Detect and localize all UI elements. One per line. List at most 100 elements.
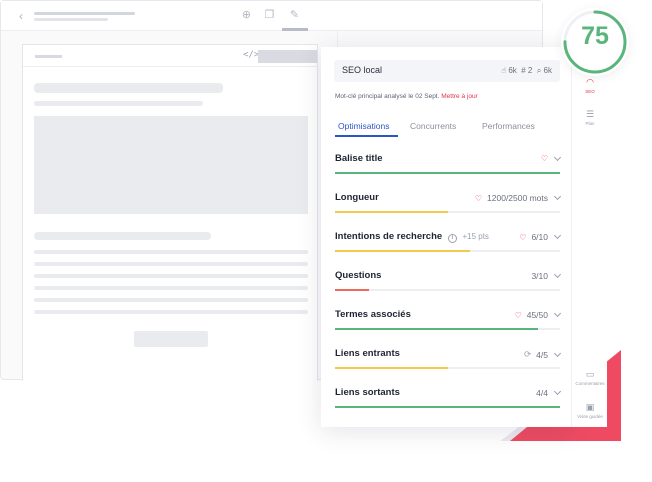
progress-track	[335, 367, 560, 369]
trophy-icon: ♡	[540, 154, 548, 163]
skeleton-button	[134, 331, 208, 347]
criterion-row-longueur[interactable]: Longueur ♡ 1200/2500 mots	[335, 192, 562, 213]
progress-fill	[335, 250, 470, 252]
active-tab-underline	[335, 135, 398, 137]
criterion-row-liens-sortants[interactable]: Liens sortants 4/4	[335, 387, 562, 408]
skeleton-image	[34, 116, 308, 214]
criterion-label-group: Intentions de recherche i +15 pts	[335, 231, 489, 243]
criterion-value: 6/10	[531, 232, 548, 242]
score-value: 75	[581, 22, 609, 50]
skeleton-line	[34, 298, 308, 302]
keyword-stats: ☝ 6k # 2 ⌕ 6k	[501, 66, 552, 76]
chevron-down-icon[interactable]	[553, 270, 562, 279]
progress-track	[335, 289, 560, 291]
progress-fill	[335, 211, 448, 213]
chevron-down-icon[interactable]	[553, 192, 562, 201]
criterion-label: Intentions de recherche	[335, 231, 443, 242]
keyword-text: SEO local	[342, 65, 383, 75]
guide-icon: ▣	[585, 402, 595, 412]
keyword-box[interactable]: SEO local ☝ 6k # 2 ⌕ 6k	[334, 60, 560, 82]
criterion-row-liens-entrants[interactable]: Liens entrants ⟳ 4/5	[335, 348, 562, 369]
criterion-meta: ⟳ 4/5	[524, 349, 562, 360]
pencil-icon[interactable]: ✎	[289, 10, 300, 21]
tab-concurrents[interactable]: Concurrents	[410, 121, 456, 131]
progress-fill	[335, 289, 369, 291]
rail-item-label: Visite guidée	[577, 414, 603, 419]
globe-icon[interactable]: ⊕	[241, 10, 252, 21]
seo-score-gauge: 75	[561, 8, 629, 76]
browser-toolbar: ‹ ⊕ ❐ ✎	[1, 1, 542, 31]
criterion-label: Liens entrants	[335, 348, 400, 359]
progress-track	[335, 406, 560, 408]
criterion-row-questions[interactable]: Questions 3/10	[335, 270, 562, 291]
progress-track	[335, 172, 560, 174]
rail-item-commentaires[interactable]: ▭ Commentaires	[572, 369, 608, 386]
progress-fill	[335, 172, 560, 174]
list-icon: ☰	[585, 109, 595, 119]
chevron-down-icon[interactable]	[553, 349, 562, 357]
rail-item-label: Plan	[585, 121, 595, 126]
skeleton-heading	[34, 232, 211, 240]
criterion-meta: 4/4	[536, 387, 562, 398]
trophy-icon: ♡	[519, 232, 527, 242]
skeleton-line	[34, 274, 308, 278]
chevron-down-icon[interactable]	[553, 309, 562, 318]
seo-panel: SEO local ☝ 6k # 2 ⌕ 6k Mot-clé principa…	[321, 47, 571, 427]
code-icon[interactable]: </>	[243, 50, 259, 60]
criterion-meta: ♡ 6/10	[519, 231, 562, 242]
tab-optimisations[interactable]: Optimisations	[338, 121, 390, 131]
progress-track	[335, 250, 560, 252]
address-bar-placeholder	[34, 12, 135, 15]
trophy-icon: ♡	[474, 193, 483, 203]
skeleton-title	[34, 83, 223, 93]
criterion-label: Questions	[335, 270, 382, 281]
gauge-icon: ◠	[586, 77, 594, 87]
document-toolbar-placeholder	[35, 55, 62, 58]
active-tool-indicator	[282, 28, 308, 31]
click-icon: ☝	[501, 66, 507, 75]
rail-item-label: SEO	[585, 89, 595, 94]
document-toolbar: </>	[23, 45, 317, 67]
progress-fill	[335, 328, 538, 330]
criterion-label: Termes associés	[335, 309, 411, 320]
info-icon[interactable]: i	[447, 234, 457, 243]
criterion-label: Balise title	[335, 153, 383, 164]
progress-fill	[335, 367, 448, 369]
skeleton-line	[34, 310, 308, 314]
criterion-row-termes-associes[interactable]: Termes associés ♡ 45/50	[335, 309, 562, 330]
document-toolbar-button[interactable]	[258, 50, 317, 63]
criterion-meta: ♡ 1200/2500 mots	[474, 192, 562, 203]
rail-item-label: Commentaires	[575, 381, 605, 386]
address-bar-placeholder-secondary	[34, 18, 108, 21]
criterion-meta: 3/10	[531, 270, 562, 281]
chevron-down-icon[interactable]	[553, 231, 562, 240]
tab-performances[interactable]: Performances	[482, 121, 535, 131]
skeleton-line	[34, 250, 308, 254]
criterion-value: 4/5	[536, 349, 548, 360]
criterion-row-balise-title[interactable]: Balise title ♡	[335, 153, 562, 174]
criterion-label: Liens sortants	[335, 387, 400, 398]
rail-item-plan[interactable]: ☰ Plan	[572, 109, 608, 126]
refresh-icon[interactable]: ⟳	[524, 349, 531, 360]
rail-item-visite-guidee[interactable]: ▣ Visite guidée	[572, 402, 608, 419]
criterion-meta: ♡	[540, 153, 562, 163]
skeleton-line	[34, 262, 308, 266]
back-arrow-icon[interactable]: ‹	[19, 9, 23, 23]
criterion-value: 4/4	[536, 388, 548, 398]
criterion-value: 1200/2500 mots	[487, 193, 548, 203]
copy-icon[interactable]: ❐	[264, 10, 275, 21]
rail-item-seo[interactable]: ◠ SEO	[572, 77, 608, 94]
chevron-down-icon[interactable]	[553, 153, 562, 161]
keyword-rank: # 2	[521, 66, 533, 75]
document-preview: </>	[22, 44, 318, 381]
criterion-value: 3/10	[531, 271, 548, 281]
update-link[interactable]: Mettre à jour	[441, 93, 478, 100]
analysis-info: Mot-clé principal analysé le 02 Sept. Me…	[335, 93, 478, 100]
trophy-icon: ♡	[514, 310, 522, 320]
criterion-meta: ♡ 45/50	[514, 309, 562, 320]
criterion-label: Longueur	[335, 192, 379, 203]
progress-track	[335, 211, 560, 213]
criterion-row-intentions[interactable]: Intentions de recherche i +15 pts ♡ 6/10	[335, 231, 562, 252]
chevron-down-icon[interactable]	[553, 387, 562, 396]
side-rail: ◠ SEO ☰ Plan ▭ Commentaires ▣ Visite gui…	[571, 47, 607, 427]
